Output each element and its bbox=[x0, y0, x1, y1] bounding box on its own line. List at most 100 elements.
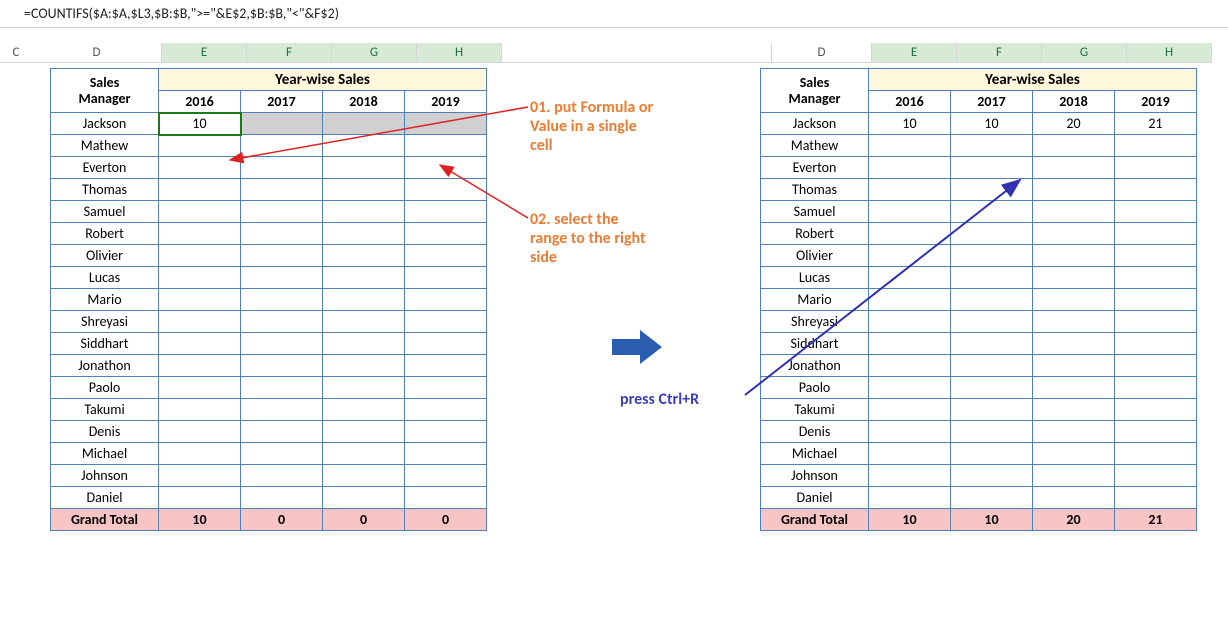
value-cell[interactable] bbox=[405, 113, 487, 135]
value-cell[interactable] bbox=[951, 135, 1033, 157]
value-cell[interactable] bbox=[869, 157, 951, 179]
value-cell[interactable] bbox=[241, 311, 323, 333]
name-cell[interactable]: Johnson bbox=[51, 465, 159, 487]
col-d[interactable]: D bbox=[32, 43, 162, 63]
value-cell[interactable] bbox=[951, 267, 1033, 289]
value-cell[interactable] bbox=[159, 179, 241, 201]
gt-2017-r[interactable]: 10 bbox=[951, 509, 1033, 531]
value-cell[interactable] bbox=[869, 465, 951, 487]
value-cell[interactable] bbox=[1115, 487, 1197, 509]
year-2016[interactable]: 2016 bbox=[159, 91, 241, 113]
value-cell[interactable] bbox=[159, 333, 241, 355]
value-cell[interactable] bbox=[405, 487, 487, 509]
formula-input[interactable]: =COUNTIFS($A:$A,$L3,$B:$B,">="&E$2,$B:$B… bbox=[24, 5, 339, 22]
value-cell[interactable] bbox=[241, 289, 323, 311]
value-cell[interactable] bbox=[241, 245, 323, 267]
gt-2018-r[interactable]: 20 bbox=[1033, 509, 1115, 531]
value-cell[interactable] bbox=[1033, 245, 1115, 267]
value-cell[interactable] bbox=[405, 223, 487, 245]
col-f2[interactable]: F bbox=[957, 43, 1042, 63]
name-cell[interactable]: Thomas bbox=[51, 179, 159, 201]
right-table[interactable]: Sales Manager Year-wise Sales 2016 2017 … bbox=[760, 68, 1197, 531]
value-cell[interactable] bbox=[1115, 443, 1197, 465]
value-cell[interactable] bbox=[323, 311, 405, 333]
value-cell[interactable] bbox=[1115, 267, 1197, 289]
name-cell[interactable]: Lucas bbox=[761, 267, 869, 289]
value-cell[interactable] bbox=[241, 179, 323, 201]
value-cell[interactable] bbox=[951, 399, 1033, 421]
value-cell[interactable] bbox=[323, 135, 405, 157]
value-cell[interactable] bbox=[405, 355, 487, 377]
value-cell[interactable] bbox=[405, 179, 487, 201]
value-cell[interactable] bbox=[159, 443, 241, 465]
value-cell[interactable] bbox=[951, 311, 1033, 333]
year-2018[interactable]: 2018 bbox=[323, 91, 405, 113]
value-cell[interactable] bbox=[405, 443, 487, 465]
value-cell[interactable]: 21 bbox=[1115, 113, 1197, 135]
value-cell[interactable] bbox=[323, 179, 405, 201]
value-cell[interactable] bbox=[159, 465, 241, 487]
value-cell[interactable] bbox=[405, 135, 487, 157]
value-cell[interactable]: 20 bbox=[1033, 113, 1115, 135]
value-cell[interactable] bbox=[405, 377, 487, 399]
value-cell[interactable] bbox=[323, 113, 405, 135]
gt-2019[interactable]: 0 bbox=[405, 509, 487, 531]
value-cell[interactable] bbox=[241, 487, 323, 509]
value-cell[interactable] bbox=[405, 201, 487, 223]
value-cell[interactable] bbox=[159, 399, 241, 421]
value-cell[interactable] bbox=[323, 245, 405, 267]
value-cell[interactable] bbox=[323, 267, 405, 289]
value-cell[interactable] bbox=[1033, 421, 1115, 443]
gt-2016[interactable]: 10 bbox=[159, 509, 241, 531]
value-cell[interactable] bbox=[951, 179, 1033, 201]
value-cell[interactable] bbox=[241, 267, 323, 289]
left-table[interactable]: Sales Manager Year-wise Sales 2016 2017 … bbox=[50, 68, 487, 531]
value-cell[interactable]: 10 bbox=[951, 113, 1033, 135]
name-cell[interactable]: Mario bbox=[51, 289, 159, 311]
name-cell[interactable]: Daniel bbox=[51, 487, 159, 509]
col-e2[interactable]: E bbox=[872, 43, 957, 63]
value-cell[interactable] bbox=[951, 245, 1033, 267]
year-2017[interactable]: 2017 bbox=[241, 91, 323, 113]
value-cell[interactable] bbox=[951, 355, 1033, 377]
value-cell[interactable] bbox=[1115, 377, 1197, 399]
value-cell[interactable] bbox=[869, 311, 951, 333]
col-g[interactable]: G bbox=[332, 43, 417, 63]
value-cell[interactable] bbox=[1033, 377, 1115, 399]
value-cell[interactable] bbox=[405, 421, 487, 443]
name-cell[interactable]: Everton bbox=[51, 157, 159, 179]
value-cell[interactable] bbox=[869, 377, 951, 399]
value-cell[interactable] bbox=[1115, 201, 1197, 223]
value-cell[interactable] bbox=[241, 421, 323, 443]
value-cell[interactable] bbox=[323, 487, 405, 509]
name-cell[interactable]: Jonathon bbox=[761, 355, 869, 377]
value-cell[interactable] bbox=[159, 311, 241, 333]
name-cell[interactable]: Michael bbox=[761, 443, 869, 465]
value-cell[interactable] bbox=[405, 311, 487, 333]
name-cell[interactable]: Lucas bbox=[51, 267, 159, 289]
name-cell[interactable]: Denis bbox=[51, 421, 159, 443]
name-cell[interactable]: Everton bbox=[761, 157, 869, 179]
value-cell[interactable] bbox=[951, 289, 1033, 311]
value-cell[interactable] bbox=[1033, 333, 1115, 355]
name-cell[interactable]: Shreyasi bbox=[51, 311, 159, 333]
value-cell[interactable] bbox=[159, 487, 241, 509]
value-cell[interactable] bbox=[241, 157, 323, 179]
value-cell[interactable] bbox=[1033, 443, 1115, 465]
value-cell[interactable] bbox=[405, 267, 487, 289]
value-cell[interactable] bbox=[1033, 157, 1115, 179]
value-cell[interactable] bbox=[241, 223, 323, 245]
value-cell[interactable] bbox=[323, 399, 405, 421]
name-cell[interactable]: Michael bbox=[51, 443, 159, 465]
year-2017-r[interactable]: 2017 bbox=[951, 91, 1033, 113]
value-cell[interactable] bbox=[951, 421, 1033, 443]
value-cell[interactable] bbox=[405, 333, 487, 355]
value-cell[interactable] bbox=[869, 223, 951, 245]
value-cell[interactable] bbox=[1115, 421, 1197, 443]
value-cell[interactable]: 10 bbox=[869, 113, 951, 135]
value-cell[interactable] bbox=[869, 289, 951, 311]
name-cell[interactable]: Mathew bbox=[761, 135, 869, 157]
col-h2[interactable]: H bbox=[1127, 43, 1212, 63]
value-cell[interactable] bbox=[1033, 289, 1115, 311]
value-cell[interactable] bbox=[323, 223, 405, 245]
